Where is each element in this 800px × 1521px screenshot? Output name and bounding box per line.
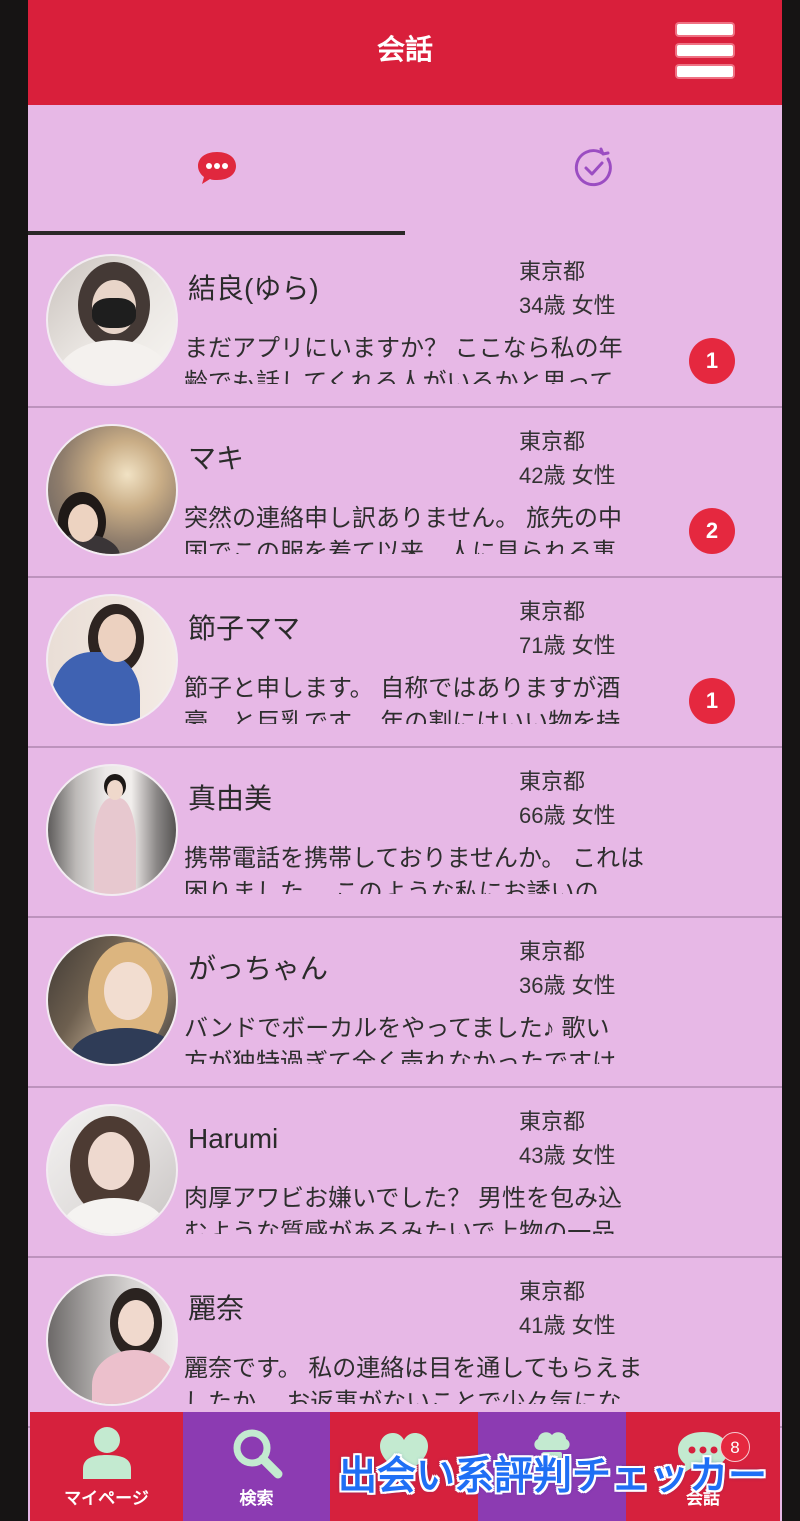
conversation-item[interactable]: 真由美 東京都 66歳 女性 携帯電話を携帯しておりませんか。 これは 困りまし… — [28, 748, 782, 918]
conversation-item[interactable]: マキ 東京都 42歳 女性 突然の連絡申し訳ありません。 旅先の中 国でこの服を… — [28, 408, 782, 578]
avatar-face — [68, 504, 98, 542]
avatar-face — [107, 780, 123, 800]
person-icon — [30, 1424, 183, 1482]
user-name: Harumi — [188, 1123, 279, 1154]
message-preview: バンドでボーカルをやってました♪ 歌い 方が独特過ぎて全く売れなかったですけ — [184, 1012, 696, 1064]
message-line: 豪、と巨乳です。 年の割にはいい物を持 — [184, 709, 621, 724]
unread-badge: 1 — [689, 678, 735, 724]
user-location: 東京都 — [519, 259, 586, 284]
message-line: 節子と申します。 自称ではありますが酒 — [184, 675, 621, 702]
unread-badge: 2 — [689, 508, 735, 554]
user-location: 東京都 — [519, 1279, 586, 1304]
user-location: 東京都 — [519, 769, 586, 794]
avatar-face — [118, 1300, 154, 1346]
user-location: 東京都 — [519, 1109, 586, 1134]
conversation-item[interactable]: 麗奈 東京都 41歳 女性 麗奈です。 私の連絡は目を通してもらえま したか。 … — [28, 1258, 782, 1428]
avatar-body — [94, 798, 136, 894]
message-line: まだアプリにいますか？ ここなら私の年 — [184, 335, 623, 362]
message-line: 国でこの服を着て以来、人に見られる事 — [184, 539, 616, 554]
user-location: 東京都 — [519, 429, 586, 454]
nav-mypage[interactable]: マイページ — [30, 1412, 183, 1521]
conversation-list: 結良(ゆら) 東京都 34歳 女性 まだアプリにいますか？ ここなら私の年 齢で… — [28, 238, 782, 1428]
avatar[interactable] — [46, 424, 178, 556]
message-line: したか。 お返事がないことで少々気にな — [184, 1389, 622, 1404]
user-name: 結良(ゆら) — [188, 273, 319, 304]
unread-badge: 1 — [689, 338, 735, 384]
tab-messages[interactable] — [28, 105, 405, 231]
tab-history[interactable] — [405, 105, 782, 231]
tab-bar — [28, 105, 782, 231]
user-age-gender: 42歳 女性 — [519, 463, 616, 488]
message-preview: 突然の連絡申し訳ありません。 旅先の中 国でこの服を着て以来、人に見られる事 — [184, 502, 696, 554]
user-location: 東京都 — [519, 939, 586, 964]
search-icon — [183, 1424, 330, 1482]
nav-label: マイページ — [64, 1489, 149, 1508]
avatar-body — [56, 340, 172, 384]
message-line: 困りました。 このような私にお誘いの — [184, 879, 599, 894]
conversation-item[interactable]: Harumi 東京都 43歳 女性 肉厚アワビお嫌いでした？ 男性を包み込 むよ… — [28, 1088, 782, 1258]
user-age-gender: 43歳 女性 — [519, 1143, 616, 1168]
active-tab-indicator — [28, 231, 405, 235]
message-line: 麗奈です。 私の連絡は目を通してもらえま — [184, 1355, 643, 1382]
user-age-gender: 34歳 女性 — [519, 293, 616, 318]
user-name: がっちゃん — [188, 953, 329, 984]
avatar-body — [92, 1350, 176, 1404]
avatar[interactable] — [46, 934, 178, 1066]
user-name: 麗奈 — [188, 1293, 245, 1324]
header-bar: 会話 — [28, 0, 782, 105]
message-line: 齢でも話してくれる人がいるかと思って — [184, 369, 614, 384]
menu-bar — [677, 24, 733, 35]
user-age-gender: 66歳 女性 — [519, 803, 616, 828]
avatar[interactable] — [46, 594, 178, 726]
user-age-gender: 71歳 女性 — [519, 633, 616, 658]
avatar-face — [98, 614, 136, 662]
avatar-body — [70, 1028, 176, 1064]
chat-bubble-icon — [197, 152, 236, 184]
user-name: 真由美 — [188, 783, 273, 814]
user-age-gender: 36歳 女性 — [519, 973, 616, 998]
avatar-mask — [92, 298, 136, 328]
conversation-item[interactable]: 結良(ゆら) 東京都 34歳 女性 まだアプリにいますか？ ここなら私の年 齢で… — [28, 238, 782, 408]
user-name: マキ — [188, 443, 245, 474]
conversation-item[interactable]: 節子ママ 東京都 71歳 女性 節子と申します。 自称ではありますが酒 豪、と巨… — [28, 578, 782, 748]
menu-bar — [677, 66, 733, 77]
conversation-item[interactable]: がっちゃん 東京都 36歳 女性 バンドでボーカルをやってました♪ 歌い 方が独… — [28, 918, 782, 1088]
avatar-face — [88, 1132, 134, 1190]
user-location: 東京都 — [519, 599, 586, 624]
message-line: バンドでボーカルをやってました♪ 歌い — [184, 1015, 610, 1042]
user-name: 節子ママ — [188, 613, 301, 644]
message-preview: 節子と申します。 自称ではありますが酒 豪、と巨乳です。 年の割にはいい物を持 — [184, 672, 696, 724]
page-title: 会話 — [376, 34, 433, 65]
message-line: 携帯電話を携帯しておりませんか。 これは — [184, 845, 645, 872]
watermark-text: 出会い系評判チェッカー — [338, 1455, 768, 1498]
message-line: 肉厚アワビお嫌いでした？ 男性を包み込 — [184, 1185, 622, 1212]
nav-label: 検索 — [239, 1489, 274, 1508]
message-line: むような質感があるみたいで上物の一品 — [184, 1219, 616, 1234]
menu-bar — [677, 45, 733, 56]
message-preview: 麗奈です。 私の連絡は目を通してもらえま したか。 お返事がないことで少々気にな — [184, 1352, 696, 1404]
avatar[interactable] — [46, 1274, 178, 1406]
message-preview: 携帯電話を携帯しておりませんか。 これは 困りました。 このような私にお誘いの — [184, 842, 696, 894]
avatar-body — [62, 1198, 166, 1234]
message-preview: まだアプリにいますか？ ここなら私の年 齢でも話してくれる人がいるかと思って — [184, 332, 696, 384]
conversation-screen: 会話 結良(ゆら) 東京都 34歳 女性 まだアプリにいますか？ ここなら私の年… — [28, 0, 782, 1521]
user-age-gender: 41歳 女性 — [519, 1313, 616, 1338]
avatar[interactable] — [46, 764, 178, 896]
message-preview: 肉厚アワビお嫌いでした？ 男性を包み込 むような質感があるみたいで上物の一品 — [184, 1182, 696, 1234]
message-line: 方が独特過ぎて全く売れなかったですけ — [184, 1049, 616, 1064]
nav-search[interactable]: 検索 — [183, 1412, 330, 1521]
avatar[interactable] — [46, 254, 178, 386]
clock-check-icon — [574, 147, 612, 187]
message-line: 突然の連絡申し訳ありません。 旅先の中 — [184, 505, 622, 532]
avatar[interactable] — [46, 1104, 178, 1236]
avatar-face — [104, 962, 152, 1020]
hamburger-menu-icon[interactable] — [677, 22, 733, 78]
avatar-body — [52, 652, 140, 724]
